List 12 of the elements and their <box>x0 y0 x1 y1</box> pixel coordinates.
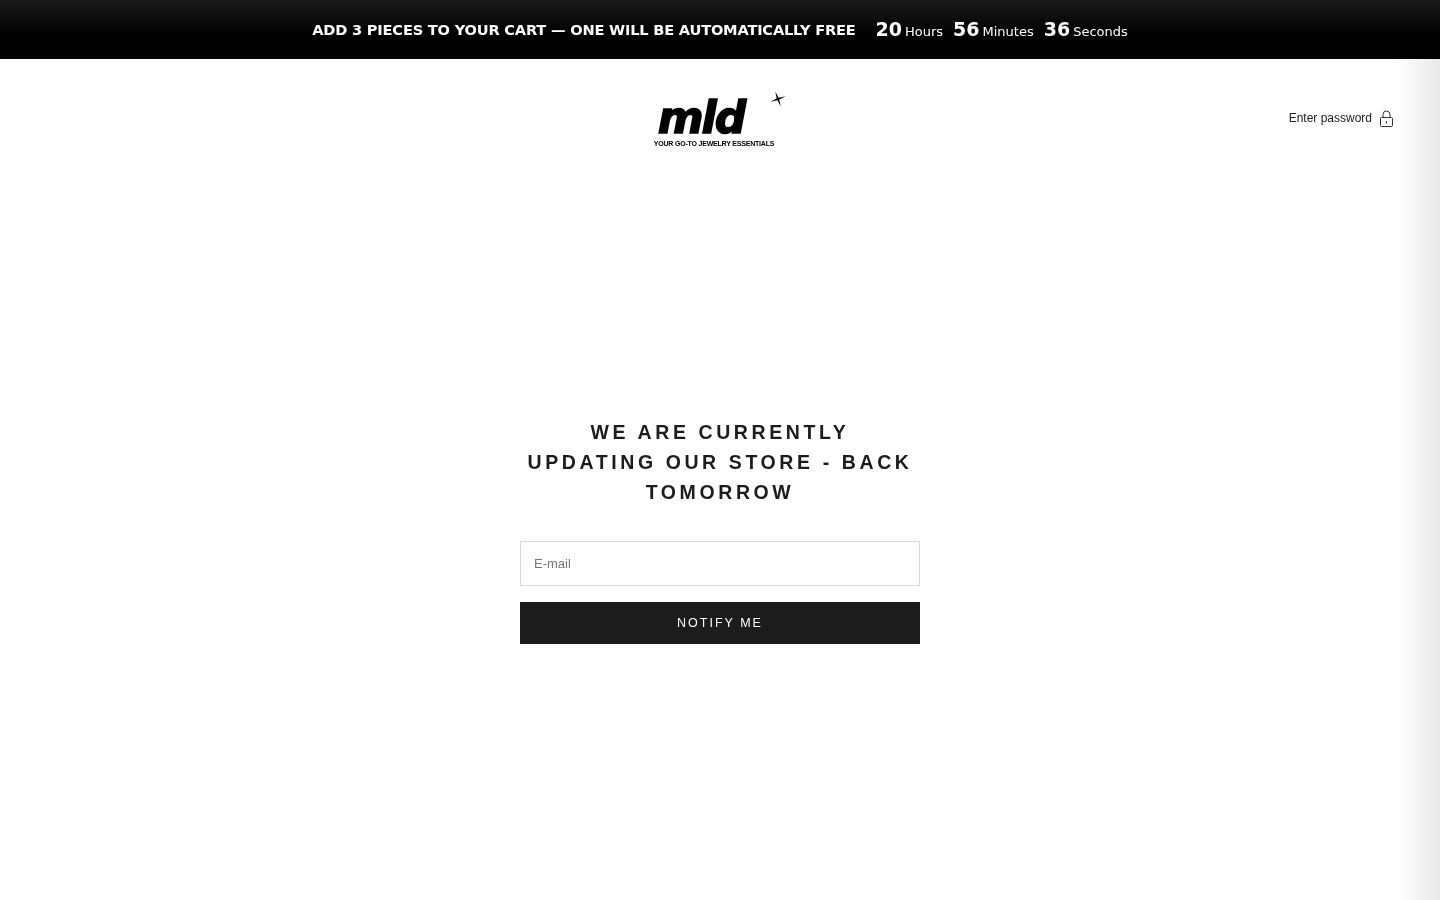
email-field[interactable]: E-mail <box>520 541 920 586</box>
announcement-text: ADD 3 PIECES TO YOUR CART — ONE WILL BE AUTOMATICALLY FREE <box>312 19 856 40</box>
notify-me-button[interactable]: NOTIFY ME <box>520 602 920 644</box>
enter-password-link[interactable]: Enter password <box>1288 109 1393 127</box>
lock-icon <box>1380 109 1393 127</box>
countdown-unit: Seconds <box>1073 23 1128 42</box>
countdown-unit: Minutes <box>982 23 1034 42</box>
countdown-unit: Hours <box>904 23 944 42</box>
countdown-number: 56 <box>953 17 980 43</box>
countdown-number: 20 <box>875 17 902 43</box>
countdown-number: 36 <box>1043 17 1071 43</box>
page-heading: WE ARE CURRENTLY UPDATING OUR STORE - BACK TOMORROW <box>526 420 914 505</box>
